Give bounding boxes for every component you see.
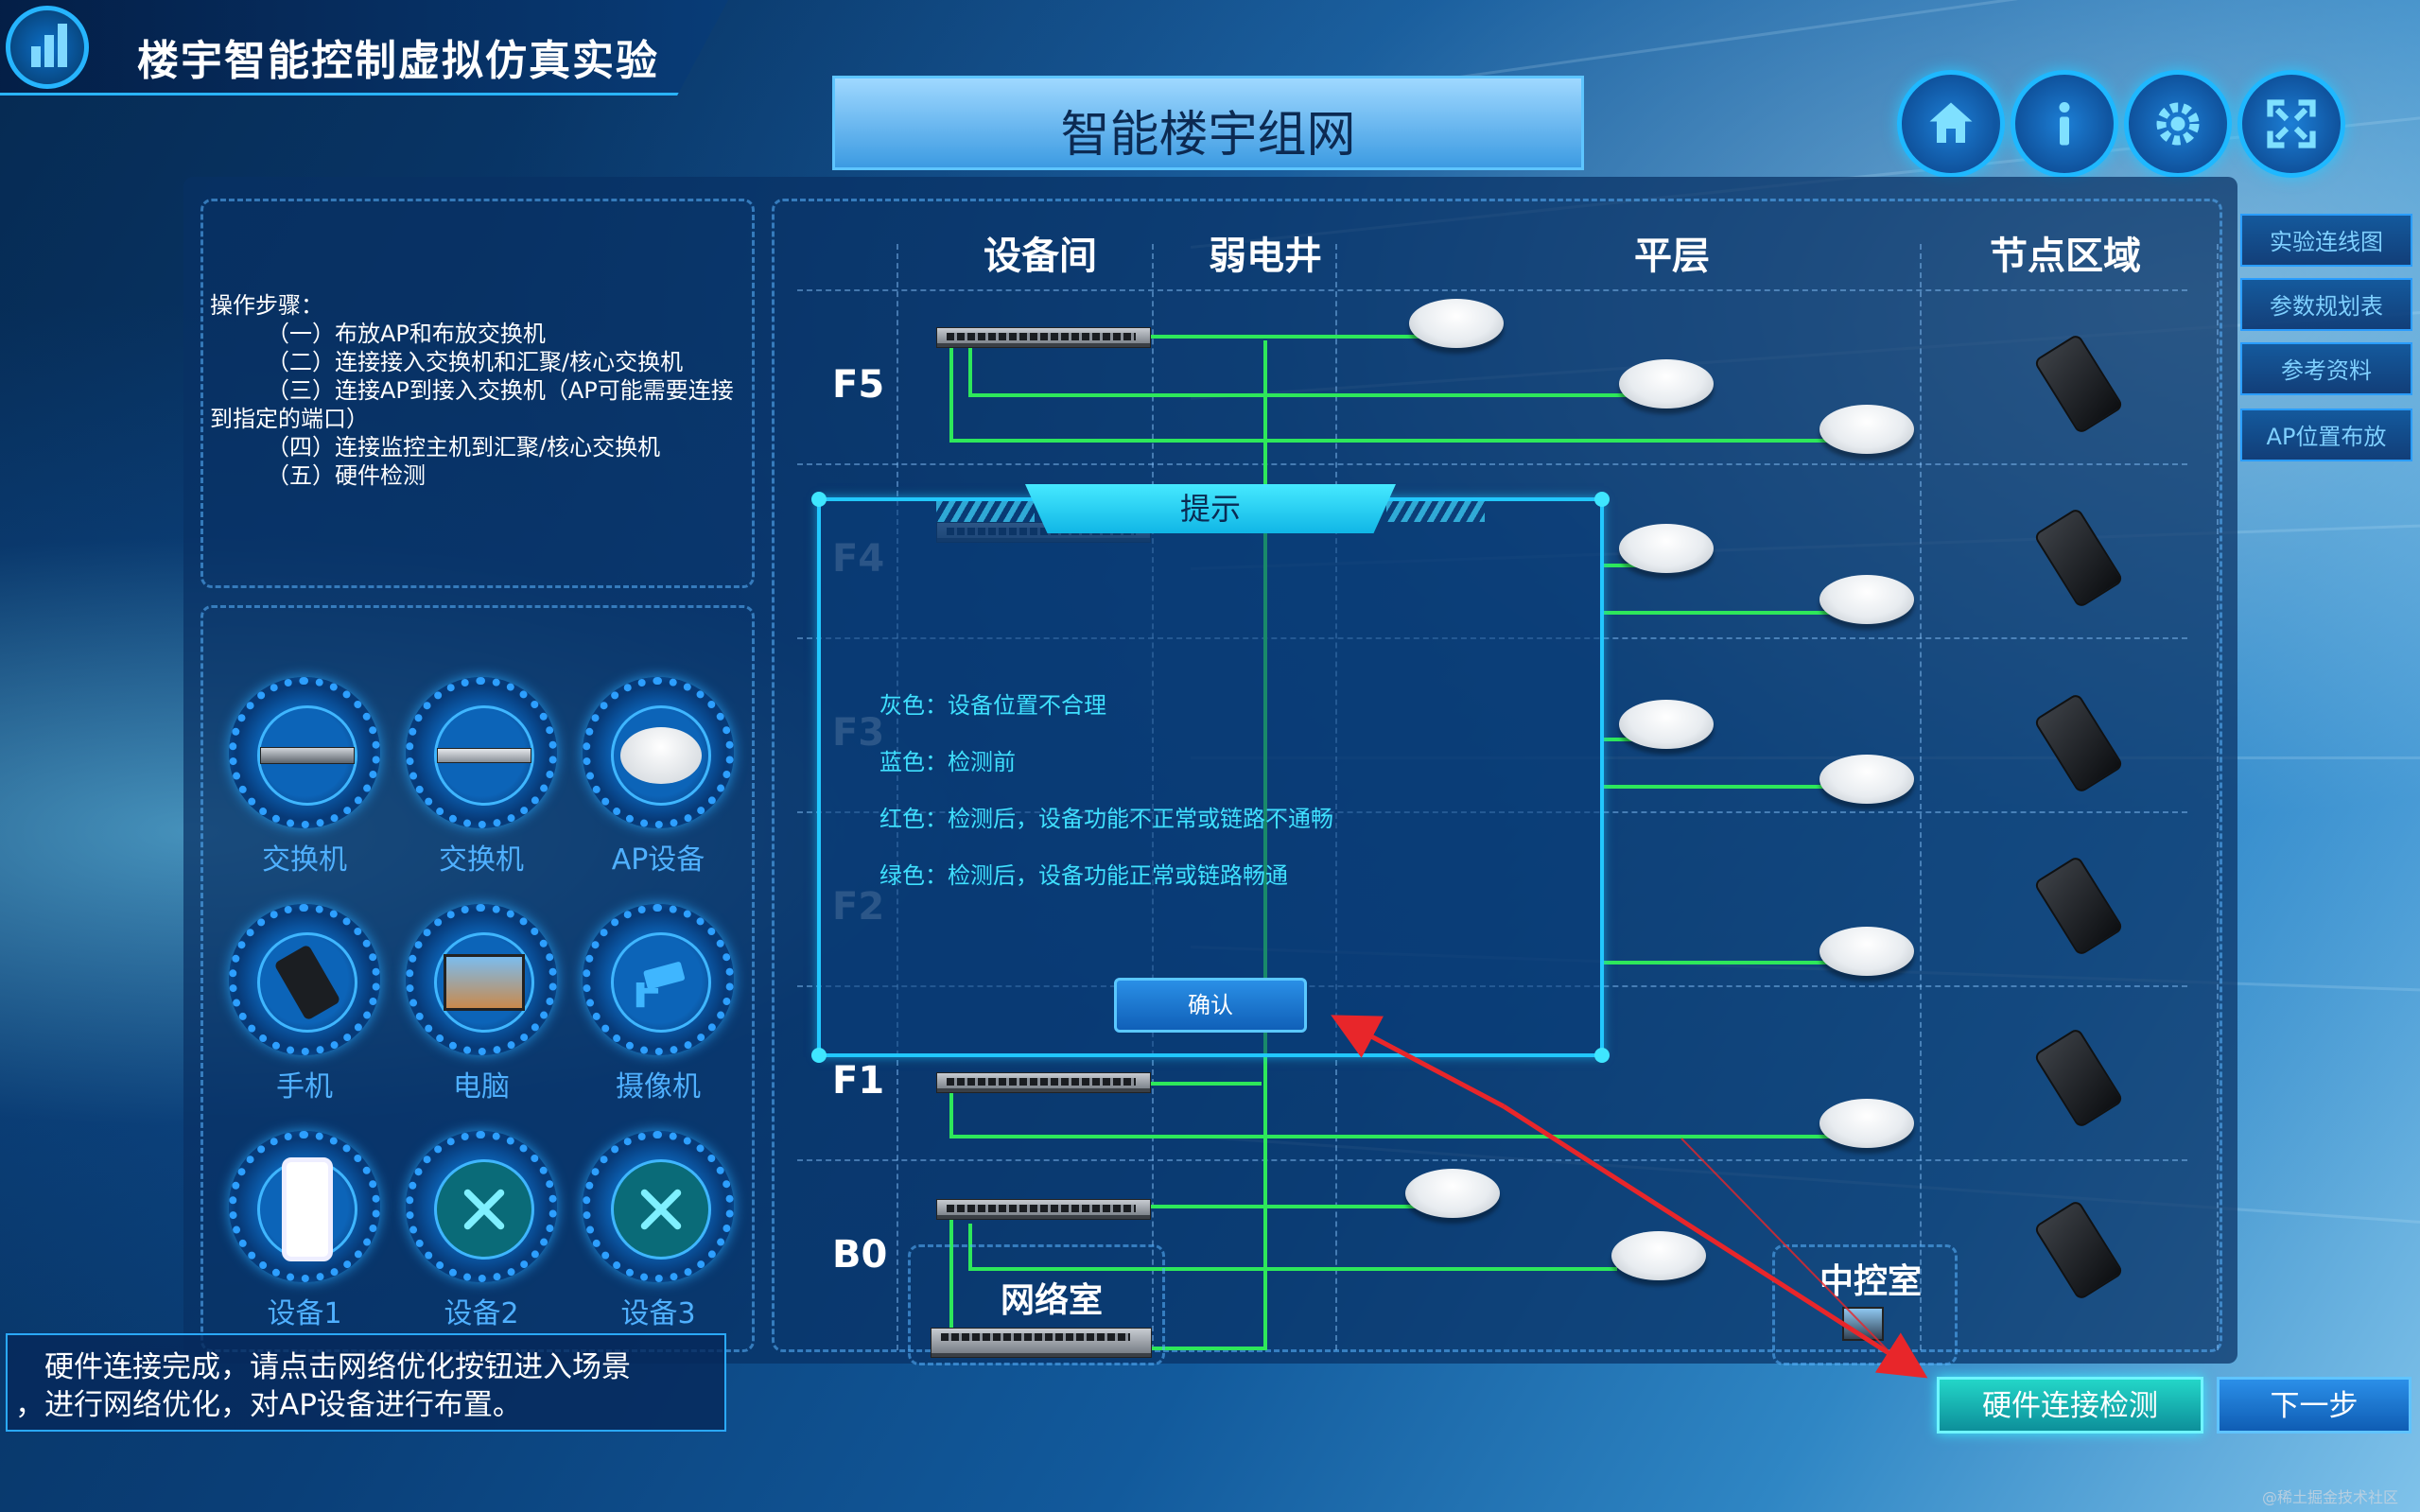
fullscreen-button[interactable] (2237, 70, 2345, 178)
dialog-deco-right (1386, 501, 1485, 522)
link (949, 1135, 1838, 1138)
dialog-line-gray: 灰色：设备位置不合理 (879, 692, 1106, 719)
column-header-floor: 平层 (1634, 235, 1710, 278)
device-label: 设备3 (620, 1297, 696, 1330)
ap-device[interactable] (1819, 575, 1914, 624)
home-button[interactable] (1897, 70, 2005, 178)
side-menu-wiring-diagram[interactable]: 实验连线图 (2240, 214, 2412, 267)
hint-dialog (811, 492, 1610, 1063)
column-header-node-area: 节点区域 (1990, 235, 2141, 278)
watermark: @稀土掘金技术社区 (2262, 1488, 2399, 1506)
gear-icon (2156, 102, 2200, 146)
link (949, 439, 1838, 443)
dialog-line-red: 红色：检测后，设备功能不正常或链路不通畅 (879, 806, 1333, 832)
switch-icon (434, 705, 534, 806)
device-label: AP设备 (611, 843, 705, 877)
camera-icon (611, 932, 711, 1033)
access-point-icon (611, 705, 711, 806)
ap-device[interactable] (1819, 927, 1914, 976)
fullscreen-icon (2267, 99, 2316, 148)
ap-device[interactable] (1819, 755, 1914, 804)
ap-device[interactable] (1819, 1099, 1914, 1148)
device-2[interactable]: 设备2 (406, 1131, 557, 1331)
side-menu-parameter-table[interactable]: 参数规划表 (2240, 278, 2412, 331)
control-room-label: 中控室 (1819, 1262, 1923, 1301)
settings-button[interactable] (2124, 70, 2232, 178)
ap-device[interactable] (1409, 299, 1504, 348)
device-label: 交换机 (439, 843, 524, 877)
link (1604, 611, 1840, 615)
steps-heading: 操作步骤： (210, 292, 323, 319)
dialog-deco-left (936, 501, 1035, 522)
confirm-button[interactable]: 确认 (1114, 978, 1307, 1033)
network-room-label: 网络室 (1001, 1281, 1104, 1320)
status-message: 硬件连接完成，请点击网络优化按钮进入场景 ，进行网络优化，对AP设备进行布置。 (6, 1333, 726, 1432)
device-3[interactable]: 设备3 (583, 1131, 734, 1331)
next-step-button[interactable]: 下一步 (2217, 1377, 2411, 1434)
column-header-weak-current-shaft: 弱电井 (1209, 235, 1322, 278)
hardware-check-button[interactable]: 硬件连接检测 (1937, 1377, 2203, 1434)
switch-f1[interactable] (936, 1072, 1151, 1093)
floor-label: F5 (832, 363, 885, 407)
device-label: 设备1 (267, 1297, 342, 1330)
link (968, 344, 972, 393)
switch-f5[interactable] (936, 327, 1151, 348)
switch-icon (257, 705, 357, 806)
device-label: 交换机 (262, 843, 347, 877)
steps-text: 操作步骤： （一）布放AP和布放交换机 （二）连接接入交换机和汇聚/核心交换机 … (210, 291, 758, 490)
step-item: 到指定的端口） (210, 406, 369, 432)
floor-label: F1 (832, 1059, 885, 1103)
link (1604, 961, 1840, 965)
device-label: 手机 (276, 1070, 333, 1104)
status-line-1: 硬件连接完成，请点击网络优化按钮进入场景 (15, 1350, 631, 1384)
device-computer[interactable]: 电脑 (406, 904, 557, 1104)
smartphone-icon (257, 1157, 357, 1261)
status-line-2: ，进行网络优化，对AP设备进行布置。 (15, 1388, 522, 1422)
ap-device[interactable] (1611, 1231, 1706, 1280)
app-logo-icon (6, 6, 89, 89)
device-switch-1[interactable]: 交换机 (229, 677, 380, 878)
ap-device[interactable] (1819, 405, 1914, 454)
device-camera[interactable]: 摄像机 (583, 904, 734, 1104)
app-title: 楼宇智能控制虚拟仿真实验 (137, 37, 659, 85)
column-header-equipment-room: 设备间 (984, 235, 1097, 278)
device-label: 摄像机 (616, 1070, 701, 1104)
ap-device[interactable] (1619, 359, 1714, 408)
link (949, 344, 953, 439)
side-menu-references[interactable]: 参考资料 (2240, 342, 2412, 395)
tools-icon (434, 1159, 534, 1260)
link (1604, 785, 1840, 789)
home-icon (1929, 102, 1973, 143)
device-label: 设备2 (444, 1297, 519, 1330)
ap-device[interactable] (1619, 524, 1714, 573)
dialog-line-green: 绿色：检测后，设备功能正常或链路畅通 (879, 862, 1288, 889)
side-menu-ap-placement[interactable]: AP位置布放 (2240, 408, 2412, 461)
monitor-host-icon[interactable] (1842, 1307, 1884, 1341)
tools-icon (611, 1159, 711, 1260)
dialog-title: 提示 (1025, 484, 1396, 533)
device-ap[interactable]: AP设备 (583, 677, 734, 878)
step-item: （五）硬件检测 (267, 462, 426, 489)
computer-icon (434, 932, 534, 1033)
scene-title: 智能楼宇组网 (1060, 107, 1356, 164)
ap-device[interactable] (1619, 700, 1714, 749)
switch-b0[interactable] (936, 1199, 1151, 1220)
link (968, 393, 1640, 397)
ap-device[interactable] (1405, 1169, 1500, 1218)
step-item: （四）连接监控主机到汇聚/核心交换机 (267, 434, 661, 461)
dialog-line-blue: 蓝色：检测前 (879, 749, 1016, 775)
device-switch-2[interactable]: 交换机 (406, 677, 557, 878)
device-label: 电脑 (453, 1070, 510, 1104)
device-1[interactable]: 设备1 (229, 1131, 380, 1331)
info-button[interactable] (2011, 70, 2118, 178)
phone-icon (257, 932, 357, 1033)
floor-label: B0 (832, 1233, 888, 1277)
device-phone[interactable]: 手机 (229, 904, 380, 1104)
info-icon (2059, 102, 2070, 146)
step-item: （三）连接AP到接入交换机（AP可能需要连接 (267, 377, 734, 404)
step-item: （一）布放AP和布放交换机 (267, 321, 546, 347)
step-item: （二）连接接入交换机和汇聚/核心交换机 (267, 349, 684, 375)
